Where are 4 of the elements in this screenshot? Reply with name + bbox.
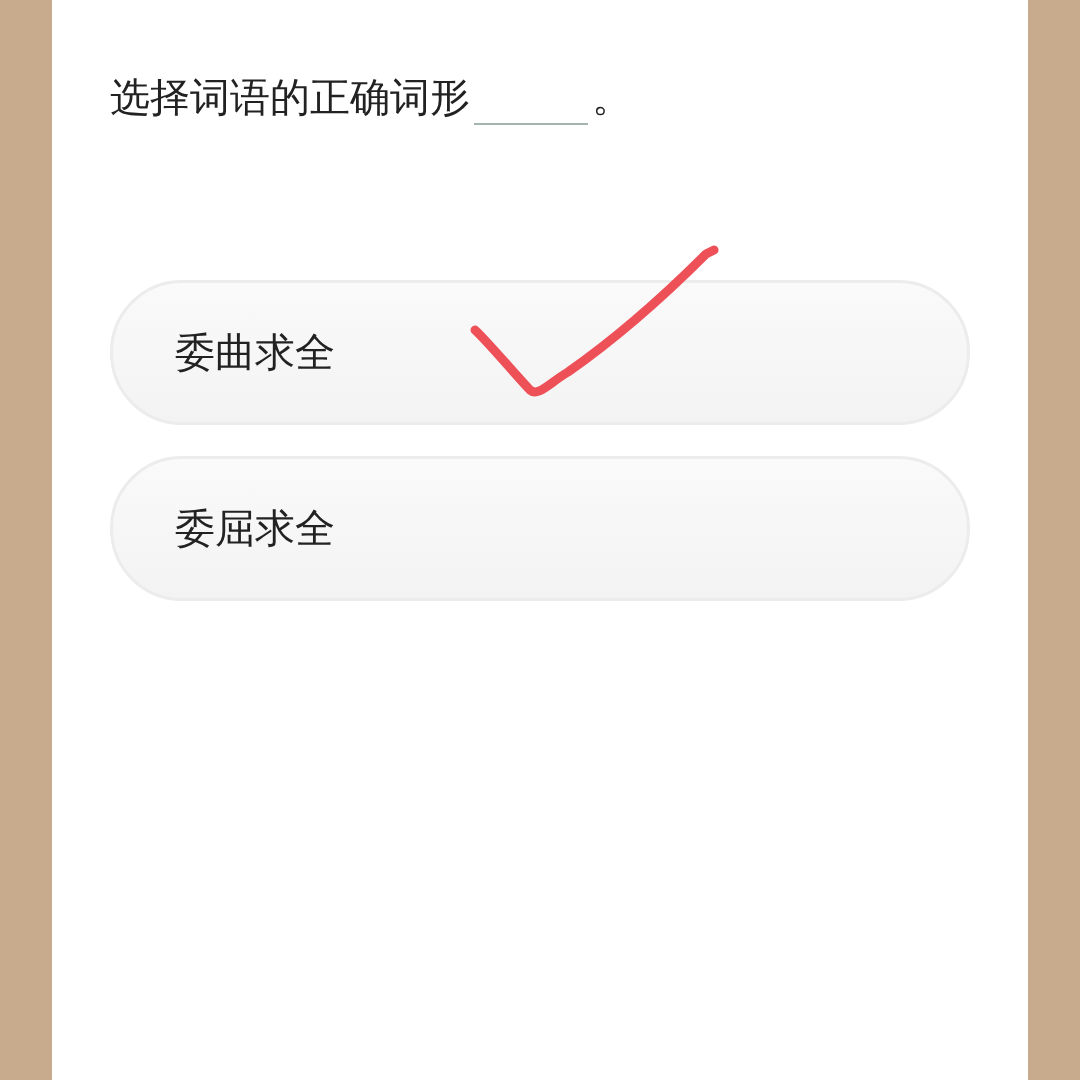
answer-option[interactable]: 委屈求全 <box>110 456 970 601</box>
answer-option[interactable]: 委曲求全 <box>110 280 970 425</box>
question-text: 选择词语的正确词形 <box>110 73 470 122</box>
question-end: 。 <box>592 73 632 122</box>
